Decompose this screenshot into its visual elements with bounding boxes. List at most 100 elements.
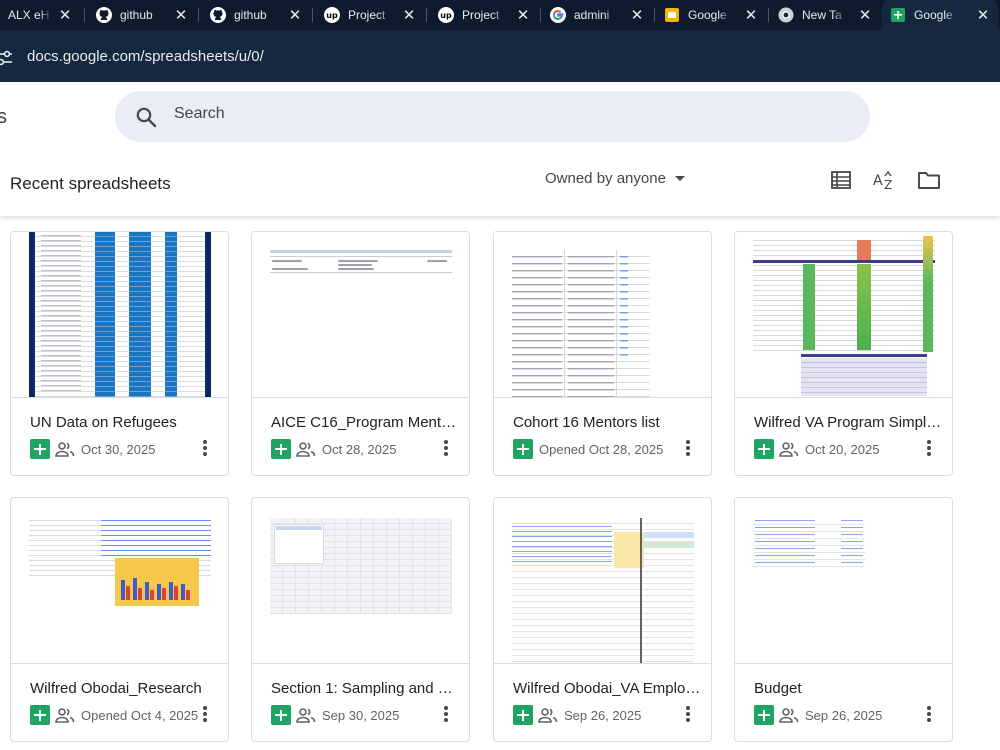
file-thumbnail <box>494 498 711 664</box>
file-thumbnail <box>494 232 711 398</box>
google-sheets-icon <box>30 705 50 725</box>
google-sheets-icon <box>271 439 291 459</box>
search-input[interactable]: Search <box>174 105 225 123</box>
file-thumbnail <box>252 232 469 398</box>
browser-tab[interactable]: github ✕ <box>202 0 310 30</box>
search-box[interactable] <box>115 91 870 142</box>
folder-icon[interactable] <box>917 168 941 192</box>
file-title: Section 1: Sampling and Sampling <box>271 680 461 697</box>
file-thumbnail <box>11 232 228 398</box>
file-card[interactable]: Cohort 16 Mentors list Opened Oct 28, 20… <box>493 231 712 476</box>
file-title: Budget <box>754 680 802 697</box>
svg-text:up: up <box>440 11 452 20</box>
file-meta: Sep 26, 2025 <box>513 705 641 725</box>
browser-tab-active[interactable]: Google ✕ <box>882 0 998 30</box>
close-icon[interactable]: ✕ <box>514 6 532 24</box>
file-date: Oct 30, 2025 <box>81 441 156 457</box>
owner-filter-dropdown[interactable]: Owned by anyone <box>545 170 685 187</box>
tab-title: ALX eH <box>8 8 50 22</box>
sort-az-icon[interactable]: A Z <box>872 168 896 192</box>
file-card[interactable]: Section 1: Sampling and Sampling Sep 30,… <box>251 497 470 742</box>
tab-title: Google <box>914 8 953 22</box>
file-meta: Opened Oct 28, 2025 <box>513 439 663 459</box>
browser-tab[interactable]: up Project ✕ <box>316 0 424 30</box>
file-title: Wilfred Obodai_VA Employment <box>513 680 703 697</box>
github-icon <box>210 7 226 23</box>
close-icon[interactable]: ✕ <box>172 6 190 24</box>
close-icon[interactable]: ✕ <box>974 6 992 24</box>
browser-tab[interactable]: admini ✕ <box>544 0 652 30</box>
file-meta: Oct 28, 2025 <box>271 439 396 459</box>
browser-tab[interactable]: New Ta ✕ <box>772 0 880 30</box>
file-meta: Sep 30, 2025 <box>271 705 399 725</box>
browser-tab-bar: ALX eH ✕ github ✕ github ✕ up Project ✕ … <box>0 0 1000 30</box>
tab-title: Google <box>688 8 727 22</box>
browser-tab[interactable]: github ✕ <box>88 0 196 30</box>
upwork-icon: up <box>438 7 454 23</box>
more-options-icon[interactable] <box>437 437 455 459</box>
shared-icon <box>55 442 75 457</box>
more-options-icon[interactable] <box>679 703 697 725</box>
file-date: Opened Oct 4, 2025 <box>81 707 199 723</box>
file-title: Wilfred Obodai_Research <box>30 680 202 697</box>
search-icon[interactable] <box>135 106 157 128</box>
upwork-icon: up <box>324 7 340 23</box>
file-date: Sep 26, 2025 <box>805 707 883 723</box>
file-title: Cohort 16 Mentors list <box>513 414 660 431</box>
site-settings-icon[interactable] <box>0 49 14 67</box>
more-options-icon[interactable] <box>196 703 214 725</box>
file-card[interactable]: UN Data on Refugees Oct 30, 2025 <box>10 231 229 476</box>
shared-icon <box>538 708 558 723</box>
file-thumbnail <box>735 232 952 398</box>
file-card[interactable]: Wilfred Obodai_Research Opened Oct 4, 20… <box>10 497 229 742</box>
shared-icon <box>55 708 75 723</box>
google-sheets-icon <box>890 7 906 23</box>
svg-text:A: A <box>873 173 883 189</box>
url-text[interactable]: docs.google.com/spreadsheets/u/0/ <box>27 48 264 65</box>
more-options-icon[interactable] <box>920 437 938 459</box>
close-icon[interactable]: ✕ <box>56 6 74 24</box>
file-title: Wilfred VA Program Simplified <box>754 414 944 431</box>
more-options-icon[interactable] <box>920 703 938 725</box>
file-thumbnail <box>11 498 228 664</box>
file-date: Opened Oct 28, 2025 <box>539 441 664 457</box>
file-title: UN Data on Refugees <box>30 414 177 431</box>
file-meta: Opened Oct 4, 2025 <box>30 705 198 725</box>
file-card[interactable]: Wilfred Obodai_VA Employment Sep 26, 202… <box>493 497 712 742</box>
browser-tab[interactable]: Google ✕ <box>658 0 766 30</box>
file-meta: Oct 20, 2025 <box>754 439 879 459</box>
file-card[interactable]: Budget Sep 26, 2025 <box>734 497 953 742</box>
more-options-icon[interactable] <box>196 437 214 459</box>
file-date: Sep 30, 2025 <box>322 707 400 723</box>
owner-filter-label: Owned by anyone <box>545 170 666 187</box>
close-icon[interactable]: ✕ <box>286 6 304 24</box>
chrome-icon <box>778 7 794 23</box>
tab-title: Project <box>348 8 386 22</box>
shared-icon <box>296 708 316 723</box>
tab-title: github <box>234 8 267 22</box>
close-icon[interactable]: ✕ <box>742 6 760 24</box>
google-sheets-icon <box>30 439 50 459</box>
file-date: Oct 20, 2025 <box>805 441 880 457</box>
file-date: Sep 26, 2025 <box>564 707 642 723</box>
file-card[interactable]: Wilfred VA Program Simplified Oct 20, 20… <box>734 231 953 476</box>
file-thumbnail <box>252 498 469 664</box>
browser-tab[interactable]: ALX eH ✕ <box>0 0 80 30</box>
file-date: Oct 28, 2025 <box>322 441 397 457</box>
close-icon[interactable]: ✕ <box>856 6 874 24</box>
shared-icon <box>779 708 799 723</box>
file-title: AICE C16_Program Mentorship <box>271 414 461 431</box>
more-options-icon[interactable] <box>437 703 455 725</box>
close-icon[interactable]: ✕ <box>400 6 418 24</box>
list-view-icon[interactable] <box>829 168 853 192</box>
google-sheets-icon <box>271 705 291 725</box>
google-icon <box>550 7 566 23</box>
tab-title: github <box>120 8 153 22</box>
github-icon <box>96 7 112 23</box>
browser-tab[interactable]: up Project ✕ <box>430 0 538 30</box>
file-card[interactable]: AICE C16_Program Mentorship Oct 28, 2025 <box>251 231 470 476</box>
google-sheets-icon <box>513 439 533 459</box>
tab-title: admini <box>574 8 610 22</box>
more-options-icon[interactable] <box>679 437 697 459</box>
close-icon[interactable]: ✕ <box>628 6 646 24</box>
